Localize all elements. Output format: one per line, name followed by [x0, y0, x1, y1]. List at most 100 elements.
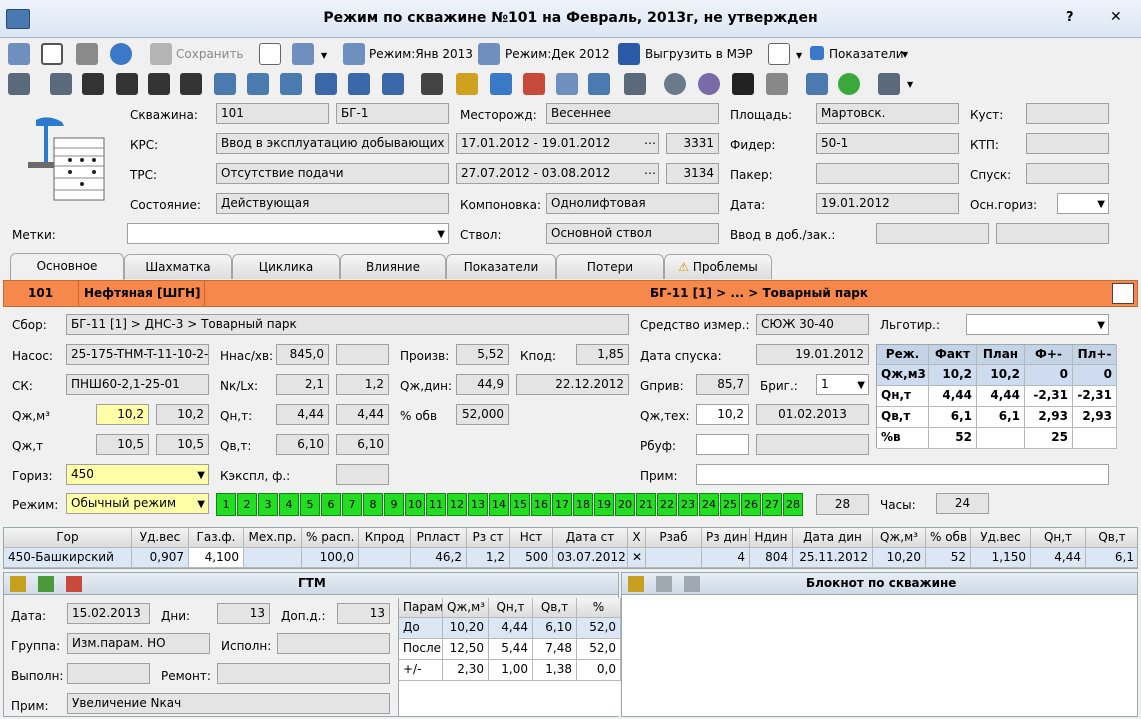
gtm-param-cell[interactable]: 5,44 — [489, 639, 533, 660]
qdyn-date-field[interactable]: 22.12.2012 — [516, 374, 629, 395]
horizon-header-cell[interactable]: % расп. — [302, 528, 359, 548]
horizon-cell[interactable]: 03.07.2012 — [553, 548, 628, 568]
plan-cell[interactable]: -2,31 — [1025, 386, 1073, 407]
chart-icon[interactable] — [588, 73, 610, 95]
trs-dates-picker-icon[interactable]: ⋯ — [644, 166, 656, 180]
pipe-icon[interactable] — [82, 73, 104, 95]
table-check-icon[interactable] — [556, 73, 578, 95]
wrench-icon[interactable] — [315, 73, 337, 95]
search-doc-icon[interactable] — [768, 43, 790, 65]
gtm-done-field[interactable] — [67, 663, 150, 684]
horizon-cell[interactable]: 0,907 — [132, 548, 189, 568]
layout-field[interactable]: Однолифтовая — [546, 193, 719, 214]
chevron-down-icon[interactable]: ▼ — [907, 80, 913, 89]
gear-icon[interactable] — [698, 73, 720, 95]
day-cell[interactable]: 19 — [594, 493, 614, 516]
trs-number-field[interactable]: 3134 — [666, 163, 719, 184]
day-cell[interactable]: 9 — [384, 493, 404, 516]
hours-field[interactable]: 24 — [936, 493, 989, 514]
device-icon[interactable] — [624, 73, 646, 95]
gtm-group-field[interactable]: Изм.парам. НО — [67, 633, 210, 654]
horizon-cell[interactable]: 10,20 — [873, 548, 926, 568]
horizon-cell[interactable] — [646, 548, 702, 568]
plan-cell[interactable]: 6,1 — [977, 407, 1025, 428]
tab-main[interactable]: Основное — [10, 253, 124, 280]
flask-icon[interactable] — [490, 73, 512, 95]
day-cell[interactable]: 8 — [363, 493, 383, 516]
marks-select[interactable]: ▼ — [127, 223, 449, 244]
kexpl-field[interactable] — [336, 464, 389, 485]
list-icon[interactable] — [8, 43, 30, 65]
horizon-cell[interactable] — [244, 548, 302, 568]
horizon-header-cell[interactable]: Ндин — [750, 528, 793, 548]
gtm-param-cell[interactable]: 1,00 — [489, 660, 533, 681]
horizon-cell[interactable]: 1,2 — [467, 548, 510, 568]
derrick-icon[interactable] — [8, 73, 30, 95]
cluster-field[interactable] — [1026, 103, 1109, 124]
main-horizon-select[interactable]: ▼ — [1057, 193, 1109, 214]
trs-dates-field[interactable]: 27.07.2012 - 03.08.2012 — [456, 163, 659, 184]
window-icon[interactable] — [41, 43, 63, 65]
tab-problems[interactable]: ⚠ Проблемы — [664, 254, 772, 279]
commission-field-2[interactable] — [996, 223, 1109, 244]
chart-doc-icon[interactable] — [523, 73, 545, 95]
qtech-field[interactable]: 10,2 — [696, 404, 749, 425]
valve-icon[interactable] — [116, 73, 138, 95]
day-cell[interactable]: 15 — [510, 493, 530, 516]
gtm-param-cell[interactable]: 0,0 — [577, 660, 621, 681]
qm3-field-2[interactable]: 10,2 — [156, 404, 209, 425]
qtech-date-field[interactable]: 01.02.2013 — [756, 404, 869, 425]
plan-cell[interactable]: 0 — [1025, 365, 1073, 386]
horizon-header-cell[interactable]: Рз ст — [467, 528, 510, 548]
day-cell[interactable]: 26 — [741, 493, 761, 516]
help-button[interactable]: ? — [1066, 10, 1074, 25]
horizon-cell[interactable]: 100,0 — [302, 548, 359, 568]
day-cell[interactable]: 7 — [342, 493, 362, 516]
cycle-icon[interactable] — [382, 73, 404, 95]
export-mer-button[interactable]: Выгрузить в МЭР — [645, 47, 753, 61]
refresh-icon[interactable] — [110, 43, 132, 65]
sk-field[interactable]: ПНШ60-2,1-25-01 — [66, 374, 209, 395]
packer-field[interactable] — [816, 163, 959, 184]
qt-field-2[interactable]: 10,5 — [156, 434, 209, 455]
gtm-param-cell[interactable]: После — [399, 639, 443, 660]
edit-note-icon[interactable] — [656, 576, 672, 592]
day-cell[interactable]: 3 — [258, 493, 278, 516]
add-note-icon[interactable] — [628, 576, 644, 592]
area-field[interactable]: Мартовск. — [816, 103, 959, 124]
chevron-down-icon[interactable]: ▼ — [796, 51, 802, 60]
table-icon[interactable] — [878, 73, 900, 95]
plan-cell[interactable]: 4,44 — [977, 386, 1025, 407]
columns-icon[interactable] — [421, 73, 443, 95]
horizon-header-cell[interactable]: Дата ст — [553, 528, 628, 548]
benefit-select[interactable]: ▼ — [966, 314, 1109, 335]
brig-select[interactable]: 1 ▼ — [816, 374, 869, 395]
gtm-param-cell[interactable]: 10,20 — [443, 618, 489, 639]
horizon-header-cell[interactable]: Qн,т — [1031, 528, 1086, 548]
plan-cell[interactable]: -2,31 — [1073, 386, 1117, 407]
horizon-header-cell[interactable]: Рзаб — [646, 528, 702, 548]
collect-field[interactable]: БГ-11 [1] > ДНС-3 > Товарный парк — [66, 314, 629, 335]
krs-dates-picker-icon[interactable]: ⋯ — [644, 136, 656, 150]
day-cell[interactable]: 10 — [405, 493, 425, 516]
horizon-header-cell[interactable]: Мех.пр. — [244, 528, 302, 548]
edit-icon[interactable] — [38, 576, 54, 592]
pump-field[interactable]: 25-175-THM-T-11-10-2- — [66, 344, 209, 365]
gtm-param-cell[interactable]: 1,38 — [533, 660, 577, 681]
day-cell[interactable]: 22 — [657, 493, 677, 516]
horizon-header-cell[interactable]: Уд.вес — [132, 528, 189, 548]
day-cell[interactable]: 20 — [615, 493, 635, 516]
nk-field-2[interactable]: 1,2 — [336, 374, 389, 395]
day-cell[interactable]: 12 — [447, 493, 467, 516]
nnas-field[interactable]: 845,0 — [276, 344, 329, 365]
network-icon[interactable] — [732, 73, 754, 95]
gpriv-field[interactable]: 85,7 — [696, 374, 749, 395]
add-icon[interactable] — [10, 576, 26, 592]
gtm-param-cell[interactable]: 2,30 — [443, 660, 489, 681]
plan-cell[interactable]: 10,2 — [977, 365, 1025, 386]
valve-plus-icon[interactable] — [180, 73, 202, 95]
preview-icon[interactable] — [259, 43, 281, 65]
horizon-cell[interactable]: 4 — [702, 548, 750, 568]
descent-field[interactable] — [1026, 163, 1109, 184]
day-cell[interactable]: 21 — [636, 493, 656, 516]
